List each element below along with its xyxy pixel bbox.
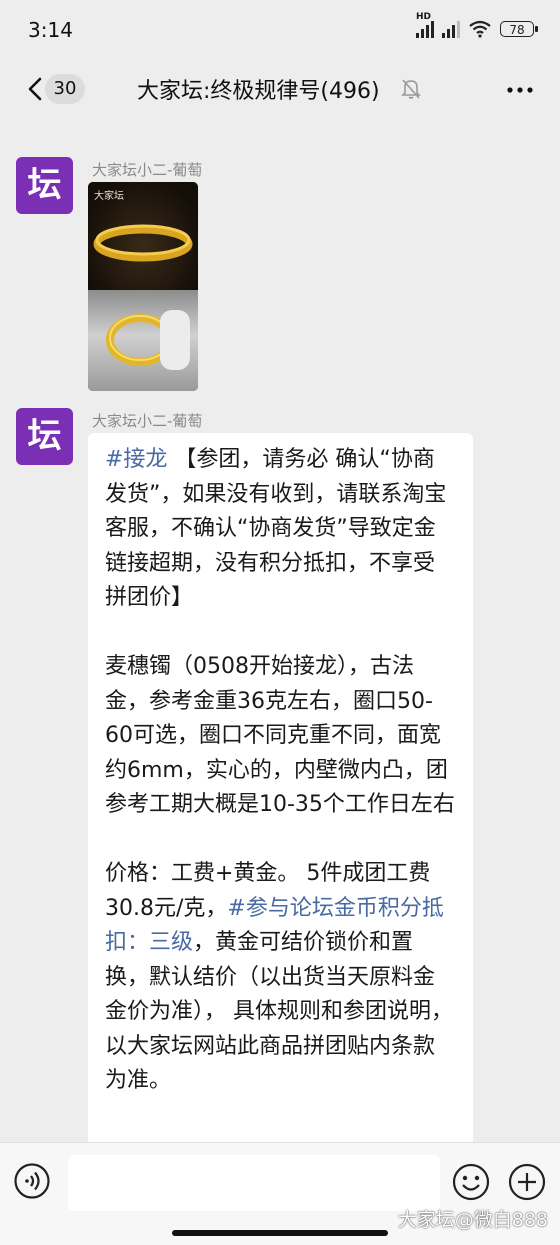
sender-name: 大家坛小二-葡萄 [92,161,203,179]
wifi-icon [469,20,491,38]
emoji-icon[interactable] [452,1163,490,1201]
chat-title: 大家坛:终极规律号(496) [137,79,380,104]
network-type-label: HD [416,12,432,22]
plus-icon[interactable] [508,1163,546,1201]
bangle-photo[interactable]: 大家坛 [88,182,198,391]
avatar[interactable]: 坛 [16,408,73,465]
photo-watermark: 大家坛 [94,191,124,202]
message-bubble[interactable]: #接龙 【参团，请务必 确认“协商发货”，如果没有收到，请联系淘宝客服，不确认“… [88,433,473,1153]
status-icons: HD 78 [416,12,538,38]
avatar[interactable]: 坛 [16,157,73,214]
home-indicator[interactable] [172,1230,388,1236]
status-bar: 3:14 HD 78 [0,0,560,64]
photo-bottom-panel [88,290,198,391]
voice-icon[interactable] [14,1163,50,1199]
message-paragraph: #接龙 【参团，请务必 确认“协商发货”，如果没有收到，请联系淘宝客服，不确认“… [105,443,456,616]
hashtag-link[interactable]: #接龙 [105,447,167,472]
unread-count-badge[interactable]: 30 [45,74,85,104]
mute-bell-icon [401,79,421,99]
chat-header: 30 大家坛:终极规律号(496) [0,64,560,114]
status-time: 3:14 [28,18,73,42]
message-paragraph: 麦穗镯（0508开始接龙），古法金，参考金重36克左右，圈口50-60可选，圈口… [105,654,455,817]
watermark-text: 大家坛@微白888 [397,1209,548,1231]
battery-icon: 78 [500,21,538,37]
sender-name: 大家坛小二-葡萄 [92,412,203,430]
signal-icon: HD [416,12,434,38]
gold-bangle-on-hand-icon [106,310,190,370]
message-paragraph: 价格：工费+黄金。 5件成团工费30.8元/克，#参与论坛金币积分抵扣：三级，黄… [105,857,456,1099]
more-dots-icon[interactable] [506,86,534,94]
message-input[interactable] [68,1155,440,1211]
signal-icon [442,20,460,38]
